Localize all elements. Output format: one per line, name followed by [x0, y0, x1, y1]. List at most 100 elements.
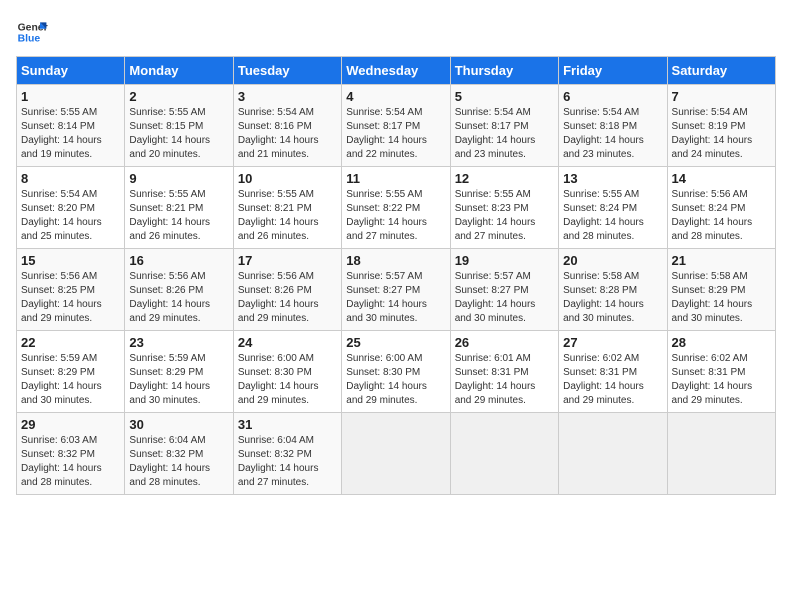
day-number: 24 — [238, 335, 337, 350]
day-info: Sunrise: 5:59 AMSunset: 8:29 PMDaylight:… — [21, 353, 102, 406]
calendar-cell: 12 Sunrise: 5:55 AMSunset: 8:23 PMDaylig… — [450, 167, 558, 249]
day-number: 31 — [238, 417, 337, 432]
calendar-week-3: 15 Sunrise: 5:56 AMSunset: 8:25 PMDaylig… — [17, 249, 776, 331]
calendar-week-1: 1 Sunrise: 5:55 AMSunset: 8:14 PMDayligh… — [17, 85, 776, 167]
day-info: Sunrise: 5:54 AMSunset: 8:19 PMDaylight:… — [672, 107, 753, 160]
calendar-cell: 18 Sunrise: 5:57 AMSunset: 8:27 PMDaylig… — [342, 249, 450, 331]
day-number: 8 — [21, 171, 120, 186]
calendar-cell: 13 Sunrise: 5:55 AMSunset: 8:24 PMDaylig… — [559, 167, 667, 249]
calendar-cell: 26 Sunrise: 6:01 AMSunset: 8:31 PMDaylig… — [450, 331, 558, 413]
calendar-cell — [667, 413, 775, 495]
calendar-cell: 30 Sunrise: 6:04 AMSunset: 8:32 PMDaylig… — [125, 413, 233, 495]
day-number: 3 — [238, 89, 337, 104]
day-info: Sunrise: 5:55 AMSunset: 8:14 PMDaylight:… — [21, 107, 102, 160]
day-number: 29 — [21, 417, 120, 432]
calendar-cell: 16 Sunrise: 5:56 AMSunset: 8:26 PMDaylig… — [125, 249, 233, 331]
day-info: Sunrise: 5:58 AMSunset: 8:28 PMDaylight:… — [563, 271, 644, 324]
day-info: Sunrise: 5:54 AMSunset: 8:18 PMDaylight:… — [563, 107, 644, 160]
day-number: 7 — [672, 89, 771, 104]
calendar-cell: 22 Sunrise: 5:59 AMSunset: 8:29 PMDaylig… — [17, 331, 125, 413]
calendar-cell: 21 Sunrise: 5:58 AMSunset: 8:29 PMDaylig… — [667, 249, 775, 331]
day-info: Sunrise: 6:02 AMSunset: 8:31 PMDaylight:… — [672, 353, 753, 406]
page-header: General Blue — [16, 16, 776, 48]
calendar-cell: 4 Sunrise: 5:54 AMSunset: 8:17 PMDayligh… — [342, 85, 450, 167]
col-header-saturday: Saturday — [667, 57, 775, 85]
calendar-cell: 29 Sunrise: 6:03 AMSunset: 8:32 PMDaylig… — [17, 413, 125, 495]
col-header-thursday: Thursday — [450, 57, 558, 85]
day-info: Sunrise: 5:56 AMSunset: 8:25 PMDaylight:… — [21, 271, 102, 324]
calendar-cell: 27 Sunrise: 6:02 AMSunset: 8:31 PMDaylig… — [559, 331, 667, 413]
day-number: 23 — [129, 335, 228, 350]
col-header-tuesday: Tuesday — [233, 57, 341, 85]
calendar-table: SundayMondayTuesdayWednesdayThursdayFrid… — [16, 56, 776, 495]
day-number: 10 — [238, 171, 337, 186]
calendar-cell: 25 Sunrise: 6:00 AMSunset: 8:30 PMDaylig… — [342, 331, 450, 413]
day-info: Sunrise: 5:58 AMSunset: 8:29 PMDaylight:… — [672, 271, 753, 324]
day-number: 30 — [129, 417, 228, 432]
day-number: 26 — [455, 335, 554, 350]
day-number: 9 — [129, 171, 228, 186]
calendar-cell: 7 Sunrise: 5:54 AMSunset: 8:19 PMDayligh… — [667, 85, 775, 167]
calendar-cell: 19 Sunrise: 5:57 AMSunset: 8:27 PMDaylig… — [450, 249, 558, 331]
day-number: 19 — [455, 253, 554, 268]
calendar-cell: 24 Sunrise: 6:00 AMSunset: 8:30 PMDaylig… — [233, 331, 341, 413]
day-info: Sunrise: 5:54 AMSunset: 8:17 PMDaylight:… — [346, 107, 427, 160]
col-header-monday: Monday — [125, 57, 233, 85]
day-info: Sunrise: 6:03 AMSunset: 8:32 PMDaylight:… — [21, 435, 102, 488]
day-number: 22 — [21, 335, 120, 350]
calendar-cell: 1 Sunrise: 5:55 AMSunset: 8:14 PMDayligh… — [17, 85, 125, 167]
day-info: Sunrise: 5:54 AMSunset: 8:16 PMDaylight:… — [238, 107, 319, 160]
calendar-cell — [450, 413, 558, 495]
day-number: 11 — [346, 171, 445, 186]
col-header-friday: Friday — [559, 57, 667, 85]
calendar-cell: 14 Sunrise: 5:56 AMSunset: 8:24 PMDaylig… — [667, 167, 775, 249]
calendar-cell: 9 Sunrise: 5:55 AMSunset: 8:21 PMDayligh… — [125, 167, 233, 249]
calendar-cell: 11 Sunrise: 5:55 AMSunset: 8:22 PMDaylig… — [342, 167, 450, 249]
day-info: Sunrise: 5:56 AMSunset: 8:26 PMDaylight:… — [238, 271, 319, 324]
day-number: 1 — [21, 89, 120, 104]
day-number: 5 — [455, 89, 554, 104]
svg-text:Blue: Blue — [18, 34, 41, 45]
calendar-cell: 3 Sunrise: 5:54 AMSunset: 8:16 PMDayligh… — [233, 85, 341, 167]
calendar-cell: 6 Sunrise: 5:54 AMSunset: 8:18 PMDayligh… — [559, 85, 667, 167]
calendar-cell — [342, 413, 450, 495]
day-number: 2 — [129, 89, 228, 104]
day-info: Sunrise: 6:00 AMSunset: 8:30 PMDaylight:… — [346, 353, 427, 406]
day-info: Sunrise: 5:55 AMSunset: 8:21 PMDaylight:… — [238, 189, 319, 242]
calendar-cell: 10 Sunrise: 5:55 AMSunset: 8:21 PMDaylig… — [233, 167, 341, 249]
day-info: Sunrise: 6:02 AMSunset: 8:31 PMDaylight:… — [563, 353, 644, 406]
day-number: 12 — [455, 171, 554, 186]
day-number: 15 — [21, 253, 120, 268]
logo: General Blue — [16, 16, 48, 48]
day-info: Sunrise: 5:57 AMSunset: 8:27 PMDaylight:… — [455, 271, 536, 324]
day-info: Sunrise: 5:55 AMSunset: 8:21 PMDaylight:… — [129, 189, 210, 242]
day-info: Sunrise: 5:57 AMSunset: 8:27 PMDaylight:… — [346, 271, 427, 324]
day-number: 25 — [346, 335, 445, 350]
day-number: 28 — [672, 335, 771, 350]
col-header-wednesday: Wednesday — [342, 57, 450, 85]
calendar-cell: 28 Sunrise: 6:02 AMSunset: 8:31 PMDaylig… — [667, 331, 775, 413]
calendar-cell: 15 Sunrise: 5:56 AMSunset: 8:25 PMDaylig… — [17, 249, 125, 331]
calendar-cell: 5 Sunrise: 5:54 AMSunset: 8:17 PMDayligh… — [450, 85, 558, 167]
day-number: 20 — [563, 253, 662, 268]
calendar-cell: 23 Sunrise: 5:59 AMSunset: 8:29 PMDaylig… — [125, 331, 233, 413]
calendar-cell — [559, 413, 667, 495]
calendar-cell: 2 Sunrise: 5:55 AMSunset: 8:15 PMDayligh… — [125, 85, 233, 167]
day-info: Sunrise: 5:54 AMSunset: 8:17 PMDaylight:… — [455, 107, 536, 160]
day-info: Sunrise: 6:01 AMSunset: 8:31 PMDaylight:… — [455, 353, 536, 406]
calendar-week-5: 29 Sunrise: 6:03 AMSunset: 8:32 PMDaylig… — [17, 413, 776, 495]
day-number: 4 — [346, 89, 445, 104]
day-number: 16 — [129, 253, 228, 268]
day-info: Sunrise: 5:55 AMSunset: 8:23 PMDaylight:… — [455, 189, 536, 242]
calendar-week-2: 8 Sunrise: 5:54 AMSunset: 8:20 PMDayligh… — [17, 167, 776, 249]
calendar-header-row: SundayMondayTuesdayWednesdayThursdayFrid… — [17, 57, 776, 85]
day-info: Sunrise: 5:55 AMSunset: 8:22 PMDaylight:… — [346, 189, 427, 242]
day-number: 13 — [563, 171, 662, 186]
calendar-cell: 31 Sunrise: 6:04 AMSunset: 8:32 PMDaylig… — [233, 413, 341, 495]
day-number: 18 — [346, 253, 445, 268]
day-number: 27 — [563, 335, 662, 350]
day-info: Sunrise: 6:00 AMSunset: 8:30 PMDaylight:… — [238, 353, 319, 406]
calendar-cell: 17 Sunrise: 5:56 AMSunset: 8:26 PMDaylig… — [233, 249, 341, 331]
day-info: Sunrise: 6:04 AMSunset: 8:32 PMDaylight:… — [238, 435, 319, 488]
day-info: Sunrise: 5:56 AMSunset: 8:26 PMDaylight:… — [129, 271, 210, 324]
